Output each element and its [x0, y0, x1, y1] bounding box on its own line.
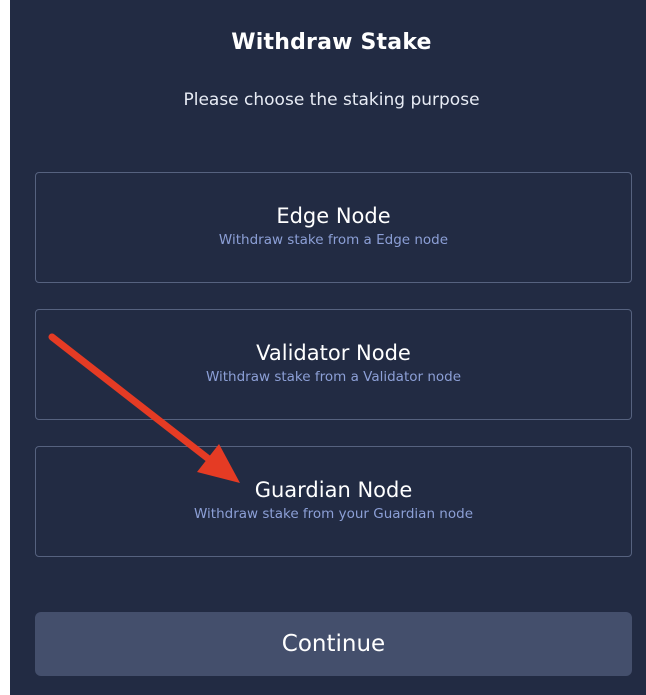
- dialog-title: Withdraw Stake: [231, 30, 432, 55]
- option-guardian-node[interactable]: Guardian Node Withdraw stake from your G…: [35, 446, 632, 557]
- option-description: Withdraw stake from a Validator node: [205, 369, 462, 385]
- option-edge-node[interactable]: Edge Node Withdraw stake from a Edge nod…: [35, 172, 632, 283]
- dialog-subtitle: Please choose the staking purpose: [183, 90, 480, 110]
- option-title: Guardian Node: [254, 478, 413, 502]
- option-title: Validator Node: [256, 341, 411, 365]
- continue-button[interactable]: Continue: [35, 612, 632, 676]
- option-description: Withdraw stake from your Guardian node: [194, 506, 473, 522]
- option-title: Edge Node: [276, 204, 391, 228]
- option-description: Withdraw stake from a Edge node: [218, 232, 449, 248]
- option-validator-node[interactable]: Validator Node Withdraw stake from a Val…: [35, 309, 632, 420]
- withdraw-stake-dialog: Withdraw Stake Please choose the staking…: [10, 0, 646, 695]
